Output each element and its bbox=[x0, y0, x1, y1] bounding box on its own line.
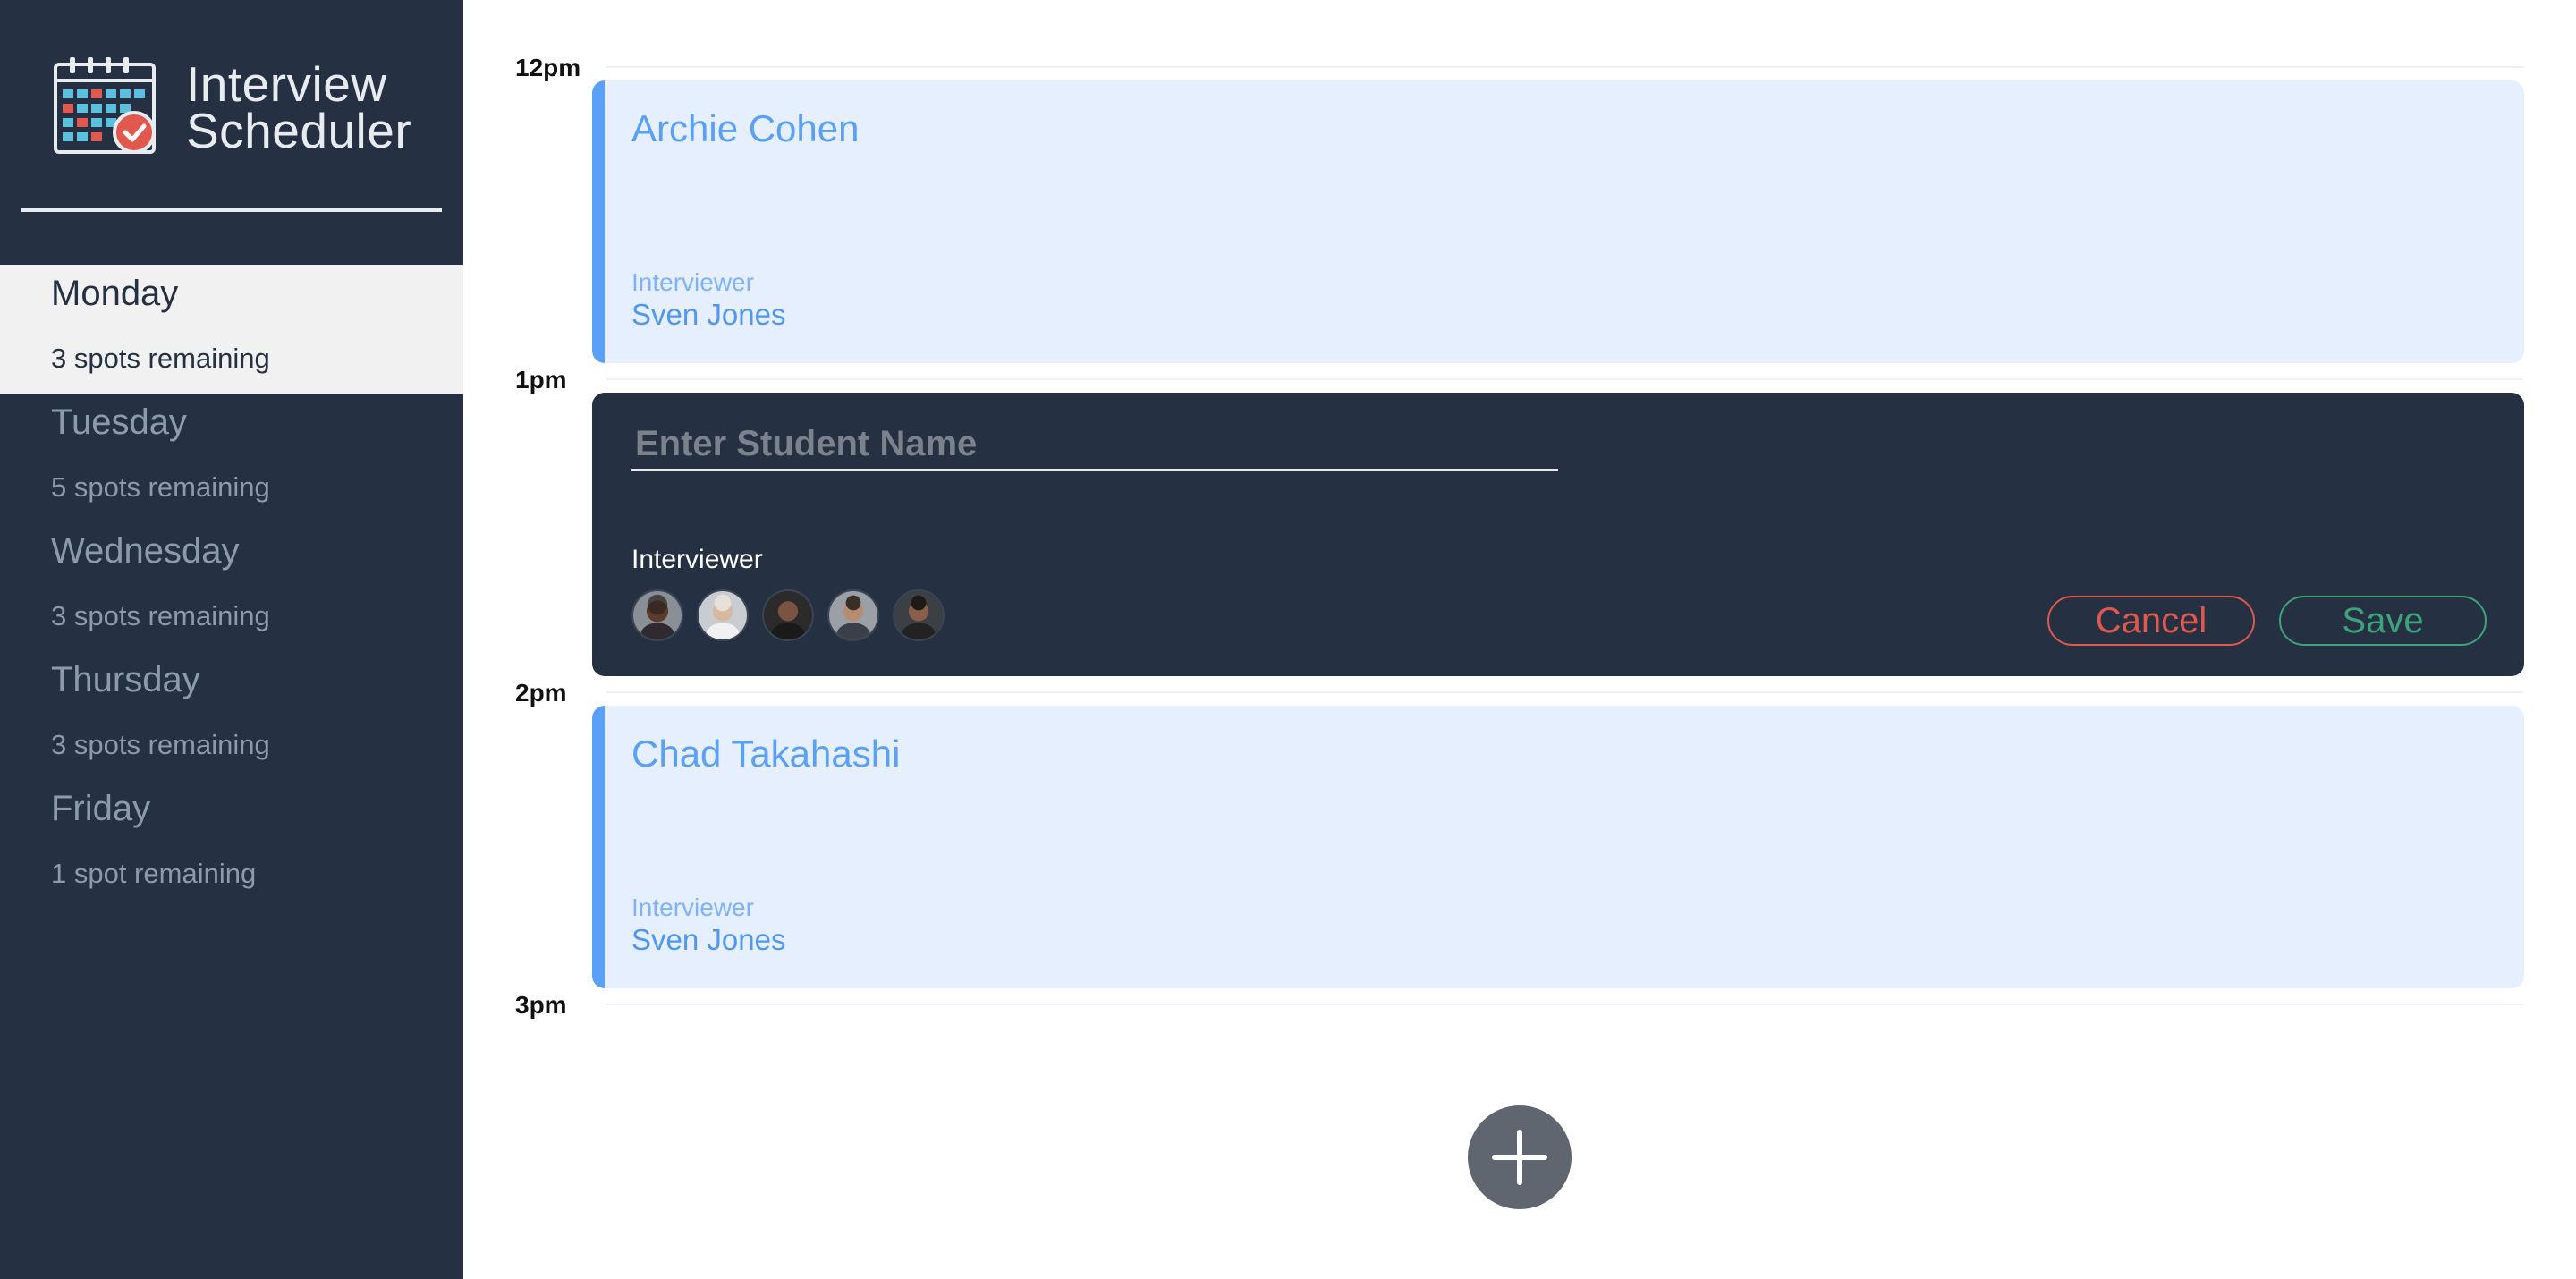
student-name-input[interactable] bbox=[631, 419, 1558, 471]
day-item-wednesday[interactable]: Wednesday 3 spots remaining bbox=[0, 522, 463, 651]
day-list: Monday 3 spots remaining Tuesday 5 spots… bbox=[0, 265, 463, 909]
day-spots: 5 spots remaining bbox=[51, 471, 270, 503]
interviewer-avatar-3[interactable] bbox=[762, 589, 814, 641]
interviewer-avatar-5[interactable] bbox=[893, 589, 945, 641]
sidebar-divider bbox=[21, 208, 442, 212]
sidebar: Interview Scheduler Monday 3 spots remai… bbox=[0, 0, 463, 1279]
day-name: Wednesday bbox=[51, 531, 240, 571]
app-title-line1: Interview bbox=[186, 56, 387, 112]
day-item-monday[interactable]: Monday 3 spots remaining bbox=[0, 265, 463, 394]
hour-row-3pm: 3pm bbox=[515, 991, 2523, 1027]
calendar-check-icon bbox=[54, 57, 156, 154]
interviewer-avatar-4[interactable] bbox=[827, 589, 879, 641]
appointment-student: Archie Cohen bbox=[631, 107, 860, 149]
add-appointment-button[interactable] bbox=[1468, 1105, 1572, 1209]
app-title-line2: Scheduler bbox=[186, 103, 412, 158]
save-button[interactable]: Save bbox=[2279, 596, 2487, 646]
day-spots: 1 spot remaining bbox=[51, 858, 257, 889]
hour-divider bbox=[606, 1004, 2523, 1005]
day-spots: 3 spots remaining bbox=[51, 600, 270, 631]
day-item-thursday[interactable]: Thursday 3 spots remaining bbox=[0, 651, 463, 780]
day-item-friday[interactable]: Friday 1 spot remaining bbox=[0, 780, 463, 909]
appointment-interviewer-label: Interviewer bbox=[631, 894, 754, 921]
day-spots: 3 spots remaining bbox=[51, 343, 270, 374]
brand: Interview Scheduler bbox=[52, 54, 445, 161]
hour-divider bbox=[606, 378, 2523, 380]
appointment-card[interactable]: Chad Takahashi Interviewer Sven Jones bbox=[592, 706, 2524, 988]
app-title: Interview Scheduler bbox=[186, 56, 412, 158]
interviewer-avatar-1[interactable] bbox=[631, 589, 683, 641]
day-spots: 3 spots remaining bbox=[51, 729, 270, 760]
hour-label: 2pm bbox=[515, 679, 567, 707]
plus-icon bbox=[1492, 1130, 1547, 1185]
hour-divider bbox=[606, 66, 2523, 68]
appointment-form: Interviewer Cancel Save bbox=[592, 393, 2524, 676]
appointment-interviewer-label: Interviewer bbox=[631, 268, 754, 296]
appointment-interviewer-name: Sven Jones bbox=[631, 298, 786, 331]
appointment-interviewer-name: Sven Jones bbox=[631, 923, 786, 956]
interviewer-list-label: Interviewer bbox=[631, 545, 763, 574]
day-name: Tuesday bbox=[51, 402, 187, 442]
day-name: Friday bbox=[51, 789, 151, 828]
hour-label: 3pm bbox=[515, 991, 567, 1019]
appointment-student: Chad Takahashi bbox=[631, 733, 901, 775]
interviewer-avatar-2[interactable] bbox=[697, 589, 749, 641]
hour-label: 1pm bbox=[515, 366, 567, 394]
hour-divider bbox=[606, 691, 2523, 693]
day-name: Thursday bbox=[51, 660, 200, 699]
hour-label: 12pm bbox=[515, 54, 581, 81]
day-item-tuesday[interactable]: Tuesday 5 spots remaining bbox=[0, 394, 463, 522]
day-name: Monday bbox=[51, 274, 179, 313]
interviewer-list bbox=[631, 589, 945, 641]
appointment-card[interactable]: Archie Cohen Interviewer Sven Jones bbox=[592, 80, 2524, 363]
cancel-button[interactable]: Cancel bbox=[2047, 596, 2255, 646]
